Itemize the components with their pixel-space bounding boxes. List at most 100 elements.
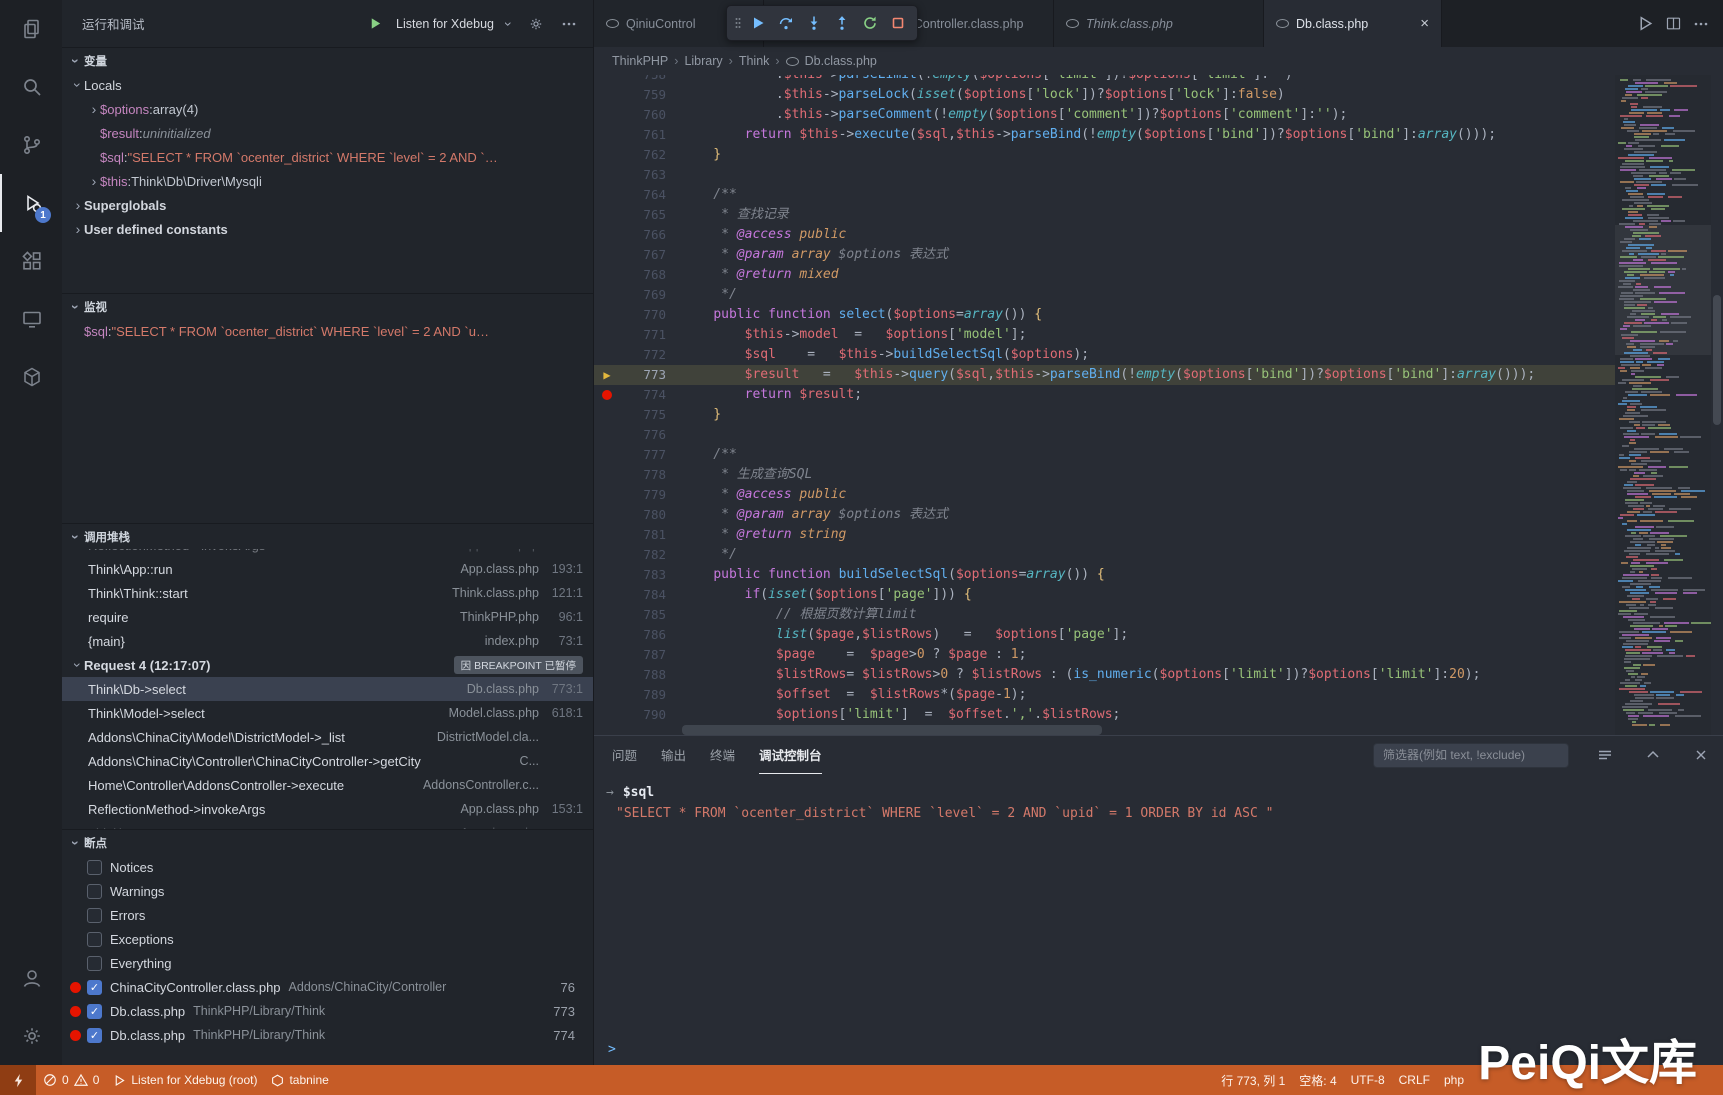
chevron-down-icon[interactable]: ›: [70, 659, 86, 671]
watch-row[interactable]: $sql: "SELECT * FROM `ocenter_district` …: [62, 319, 593, 343]
stack-frame[interactable]: {main}index.php73:1: [62, 629, 593, 653]
minimap[interactable]: [1615, 75, 1711, 735]
breakpoint-checkbox[interactable]: [87, 932, 102, 947]
stop-icon[interactable]: [885, 10, 911, 36]
breakpoint-row[interactable]: Errors: [62, 903, 593, 927]
continue-icon[interactable]: [745, 10, 771, 36]
breakpoint-row[interactable]: Notices: [62, 855, 593, 879]
chevron-down-icon[interactable]: ›: [70, 79, 86, 91]
stack-frame[interactable]: Addons\ChinaCity\Model\DistrictModel->_l…: [62, 725, 593, 749]
breakpoint-row[interactable]: ✓Db.class.phpThinkPHP/Library/Think773: [62, 999, 593, 1023]
tab-Db.class.php[interactable]: Db.class.php×: [1264, 0, 1442, 47]
run-or-debug-icon[interactable]: [1633, 12, 1657, 36]
more-actions-icon[interactable]: [1689, 12, 1713, 36]
step-over-icon[interactable]: [773, 10, 799, 36]
language-mode[interactable]: php: [1437, 1073, 1471, 1087]
extensions-icon[interactable]: [0, 232, 62, 290]
toolbar-drag-handle[interactable]: [733, 10, 743, 36]
breakpoint-checkbox[interactable]: [87, 956, 102, 971]
stack-frame[interactable]: Home\Controller\AddonsController->execut…: [62, 773, 593, 797]
variable-row[interactable]: ›Locals: [62, 73, 593, 97]
panel-tab-输出[interactable]: 输出: [661, 736, 686, 774]
vertical-scrollbar-thumb[interactable]: [1713, 295, 1721, 425]
settings-gear-icon[interactable]: [0, 1007, 62, 1065]
remote-indicator[interactable]: [0, 1065, 36, 1095]
vertical-scrollbar[interactable]: [1711, 75, 1723, 735]
account-icon[interactable]: [0, 949, 62, 1007]
stack-frame[interactable]: ReflectionMethod->invokeArgsApp.class.ph…: [62, 549, 593, 557]
stack-frame[interactable]: Think\Model->selectModel.class.php618:1: [62, 701, 593, 725]
variable-row[interactable]: $sql: "SELECT * FROM `ocenter_district` …: [62, 145, 593, 169]
chevron-down-icon[interactable]: ›: [501, 18, 517, 30]
variable-row[interactable]: $result: uninitialized: [62, 121, 593, 145]
breakpoint-checkbox[interactable]: ✓: [87, 980, 102, 995]
chevron-right-icon[interactable]: ›: [72, 221, 84, 237]
search-icon[interactable]: [0, 58, 62, 116]
call-stack-header[interactable]: › 调用堆栈: [62, 523, 593, 549]
watch-header[interactable]: › 监视: [62, 293, 593, 319]
horizontal-scrollbar-thumb[interactable]: [682, 725, 1102, 735]
breadcrumb-item[interactable]: ThinkPHP: [612, 54, 668, 68]
breakpoints-header[interactable]: › 断点: [62, 829, 593, 855]
restart-icon[interactable]: [857, 10, 883, 36]
stack-frame[interactable]: ›Request 4 (12:17:07)因 BREAKPOINT 已暂停: [62, 653, 593, 677]
problems-status[interactable]: 0 0: [36, 1065, 106, 1095]
explorer-icon[interactable]: [0, 0, 62, 58]
cursor-position[interactable]: 行 773, 列 1: [1214, 1072, 1292, 1089]
panel-tab-调试控制台[interactable]: 调试控制台: [759, 736, 822, 774]
breakpoint-checkbox[interactable]: ✓: [87, 1028, 102, 1043]
variable-row[interactable]: ›$this: Think\Db\Driver\Mysqli: [62, 169, 593, 193]
chevron-right-icon[interactable]: ›: [88, 173, 100, 189]
breakpoint-row[interactable]: Warnings: [62, 879, 593, 903]
breakpoint-checkbox[interactable]: ✓: [87, 1004, 102, 1019]
step-into-icon[interactable]: [801, 10, 827, 36]
breakpoint-row[interactable]: Exceptions: [62, 927, 593, 951]
breakpoint-dot-icon[interactable]: [594, 390, 620, 400]
indentation[interactable]: 空格: 4: [1292, 1072, 1343, 1089]
horizontal-scrollbar[interactable]: [682, 725, 1615, 735]
variable-row[interactable]: ›Superglobals: [62, 193, 593, 217]
code-editor[interactable]: 758 .$this->parseLimit(!empty($options['…: [594, 75, 1615, 735]
more-actions-icon[interactable]: [557, 12, 581, 36]
debug-console-body[interactable]: →$sql"SELECT * FROM `ocenter_district` W…: [594, 774, 1723, 1065]
stack-frame[interactable]: Think\Db->selectDb.class.php773:1: [62, 677, 593, 701]
variables-header[interactable]: › 变量: [62, 47, 593, 73]
eol-sequence[interactable]: CRLF: [1392, 1073, 1437, 1087]
stack-frame[interactable]: requireThinkPHP.php96:1: [62, 605, 593, 629]
breadcrumb-item[interactable]: Library: [684, 54, 722, 68]
step-out-icon[interactable]: [829, 10, 855, 36]
source-control-icon[interactable]: [0, 116, 62, 174]
console-filter-input[interactable]: [1373, 743, 1569, 768]
start-debugging-icon[interactable]: [363, 12, 387, 36]
stack-frame[interactable]: Think\App::execApp.class.php: [62, 821, 593, 829]
breakpoint-checkbox[interactable]: [87, 860, 102, 875]
variable-row[interactable]: ›User defined constants: [62, 217, 593, 241]
tab-Think.class.php[interactable]: Think.class.php: [1054, 0, 1264, 47]
tabnine-status[interactable]: tabnine: [264, 1065, 335, 1095]
close-panel-icon[interactable]: [1689, 743, 1713, 767]
stack-frame[interactable]: Think\Think::startThink.class.php121:1: [62, 581, 593, 605]
panel-tab-终端[interactable]: 终端: [710, 736, 735, 774]
encoding[interactable]: UTF-8: [1344, 1073, 1392, 1087]
split-editor-icon[interactable]: [1661, 12, 1685, 36]
breadcrumb-item[interactable]: Think: [739, 54, 770, 68]
run-debug-icon[interactable]: 1: [0, 174, 62, 232]
breakpoint-checkbox[interactable]: [87, 908, 102, 923]
console-prompt[interactable]: >: [608, 1042, 616, 1057]
stack-frame[interactable]: Addons\ChinaCity\Controller\ChinaCityCon…: [62, 749, 593, 773]
panel-tab-问题[interactable]: 问题: [612, 736, 637, 774]
breakpoint-row[interactable]: ✓Db.class.phpThinkPHP/Library/Think774: [62, 1023, 593, 1047]
console-menu-icon[interactable]: [1593, 743, 1617, 767]
chevron-right-icon[interactable]: ›: [72, 197, 84, 213]
chevron-right-icon[interactable]: ›: [88, 101, 100, 117]
package-icon[interactable]: [0, 348, 62, 406]
maximize-panel-icon[interactable]: [1641, 743, 1665, 767]
breadcrumb-item[interactable]: Db.class.php: [805, 54, 877, 68]
stack-frame[interactable]: Think\App::runApp.class.php193:1: [62, 557, 593, 581]
current-line-arrow-icon[interactable]: ▶: [594, 365, 620, 385]
breakpoint-checkbox[interactable]: [87, 884, 102, 899]
debug-settings-gear-icon[interactable]: [524, 12, 548, 36]
debug-status[interactable]: Listen for Xdebug (root): [106, 1065, 264, 1095]
debug-config-dropdown[interactable]: Listen for Xdebug: [396, 17, 494, 31]
breakpoint-row[interactable]: ✓ChinaCityController.class.phpAddons/Chi…: [62, 975, 593, 999]
